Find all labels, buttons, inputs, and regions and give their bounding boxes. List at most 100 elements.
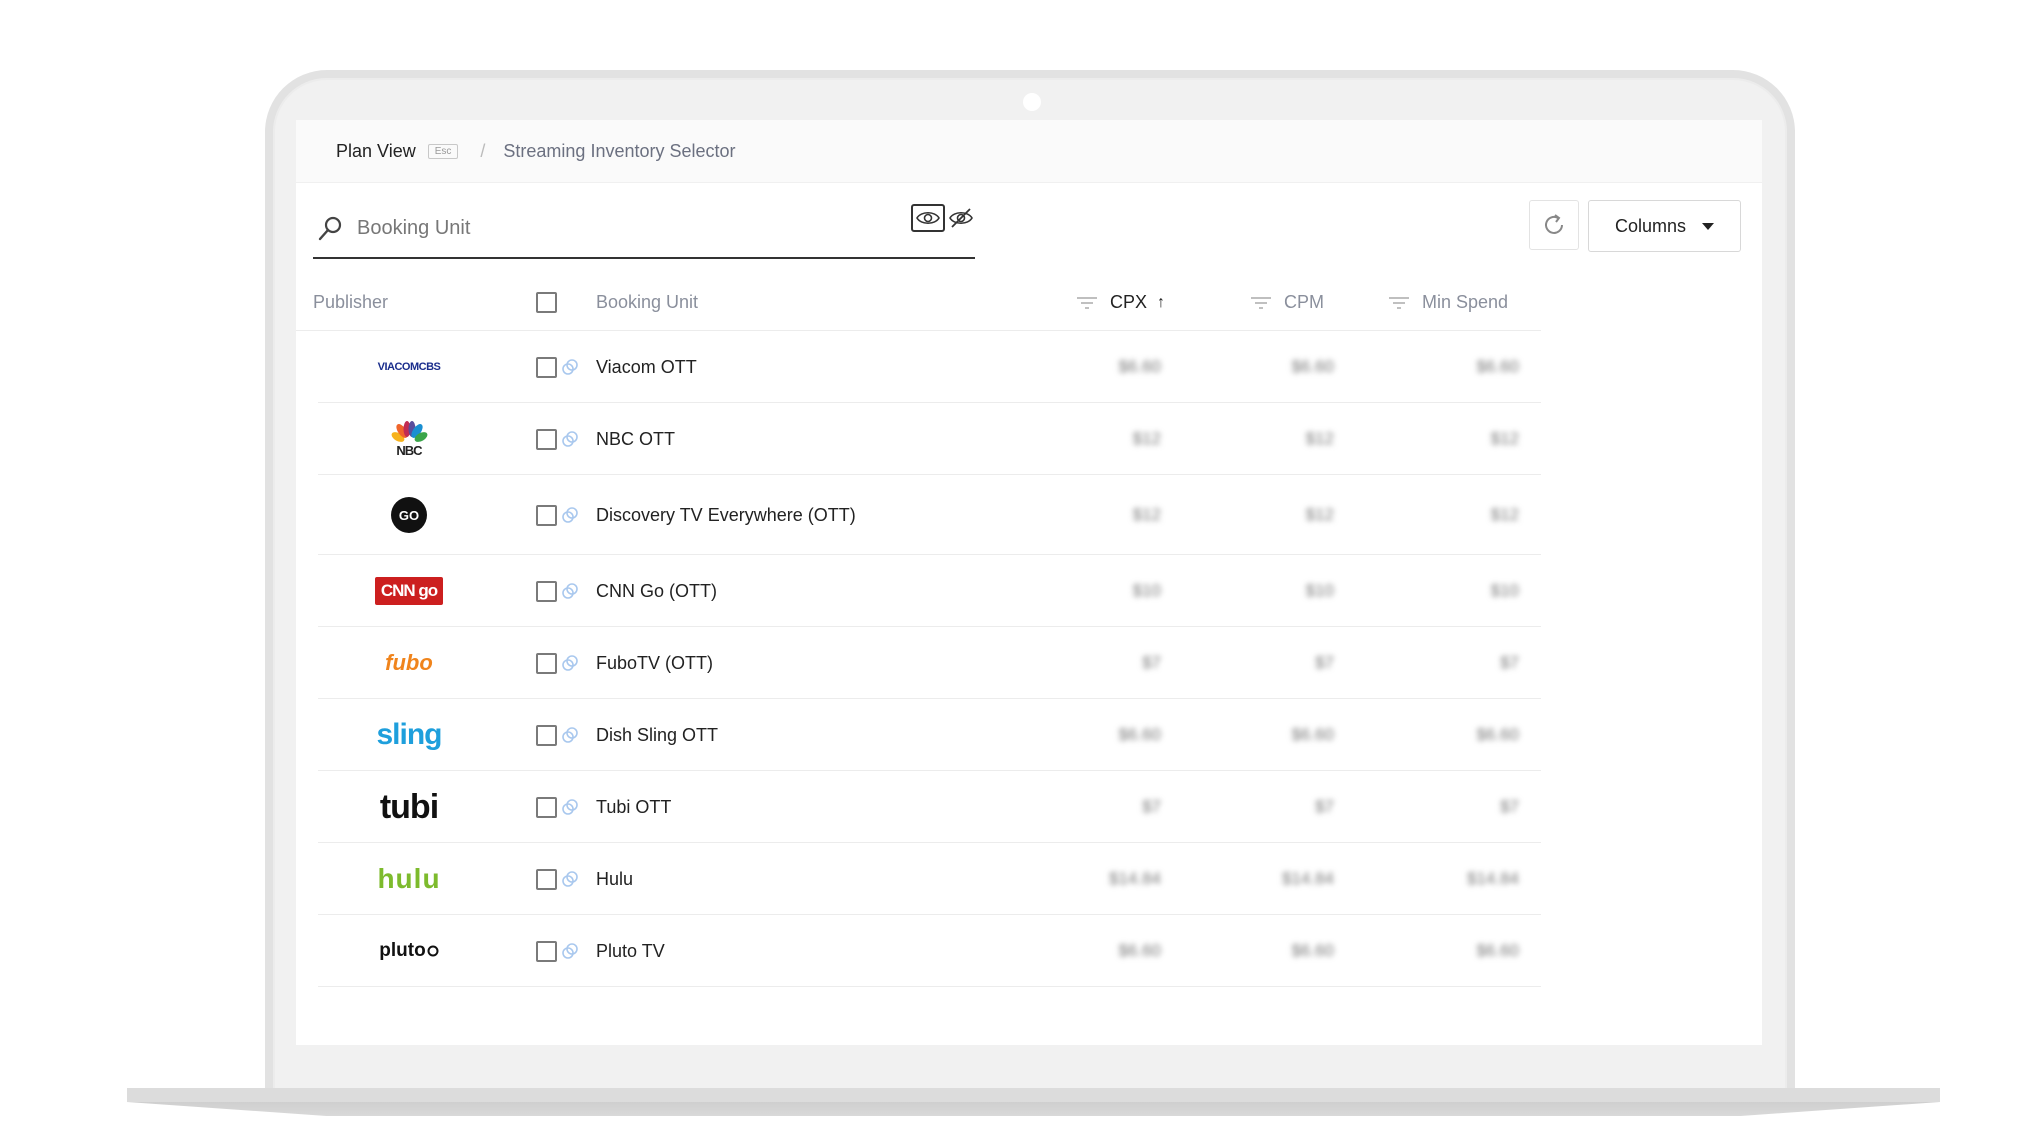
- link-icon[interactable]: [560, 357, 580, 377]
- cpx-value: $6.60: [1118, 725, 1161, 744]
- table-row[interactable]: sling Dish Sling OTT $6.60 $6.60 $6.60: [296, 699, 1541, 771]
- refresh-button[interactable]: [1529, 200, 1579, 250]
- column-header-cpx[interactable]: CPX ↑: [1076, 275, 1165, 330]
- breadcrumb-current-page: Streaming Inventory Selector: [503, 140, 736, 161]
- min-spend-value: $6.60: [1476, 941, 1519, 960]
- sling-logo: sling: [376, 718, 442, 751]
- cpx-value: $14.84: [1109, 869, 1161, 888]
- hulu-logo: hulu: [377, 863, 441, 894]
- row-checkbox[interactable]: [536, 796, 557, 818]
- column-header-publisher[interactable]: Publisher: [313, 275, 388, 330]
- esc-key-badge: Esc: [427, 143, 459, 159]
- link-icon[interactable]: [560, 429, 580, 449]
- cpx-value: $10: [1132, 581, 1161, 600]
- row-select-cell: [536, 843, 580, 915]
- booking-unit-name: Tubi OTT: [596, 796, 672, 817]
- row-checkbox[interactable]: [536, 652, 557, 674]
- link-icon[interactable]: [560, 581, 580, 601]
- app-screen: Plan View Esc / Streaming Inventory Sele…: [296, 120, 1762, 1045]
- row-checkbox[interactable]: [536, 580, 557, 602]
- column-header-min-spend[interactable]: Min Spend: [1388, 275, 1508, 330]
- cpx-header-label: CPX: [1110, 292, 1148, 312]
- column-header-booking-unit[interactable]: Booking Unit: [596, 275, 698, 330]
- cpm-header-label: CPM: [1284, 292, 1324, 312]
- publisher-header-label: Publisher: [313, 292, 389, 312]
- min-spend-value: $7: [1500, 653, 1519, 672]
- filter-icon[interactable]: [1250, 296, 1272, 310]
- cpm-value: $14.84: [1282, 869, 1334, 888]
- min-spend-header-label: Min Spend: [1422, 292, 1509, 312]
- booking-unit-name: Discovery TV Everywhere (OTT): [596, 504, 856, 525]
- discovery-go-logo: GO: [391, 497, 427, 533]
- row-checkbox[interactable]: [536, 940, 557, 962]
- table-row[interactable]: NBC NBC OTT $12 $12 $12: [296, 403, 1541, 475]
- booking-unit-name: Pluto TV: [596, 940, 665, 961]
- table-row[interactable]: GO Discovery TV Everywhere (OTT) $12 $12…: [296, 475, 1541, 555]
- cpx-value: $6.60: [1118, 357, 1161, 376]
- row-select-cell: [536, 771, 580, 843]
- publisher-logo: tubi: [346, 771, 472, 843]
- columns-dropdown[interactable]: Columns: [1588, 200, 1741, 252]
- sort-ascending-icon[interactable]: ↑: [1157, 294, 1165, 312]
- table-row[interactable]: fubo FuboTV (OTT) $7 $7 $7: [296, 627, 1541, 699]
- cpx-value: $12: [1132, 429, 1161, 448]
- cpm-value: $6.60: [1291, 725, 1334, 744]
- filter-icon[interactable]: [1388, 296, 1410, 310]
- hide-columns-toggle[interactable]: [947, 204, 975, 232]
- link-icon[interactable]: [560, 797, 580, 817]
- table-row[interactable]: CNN go CNN Go (OTT) $10 $10 $10: [296, 555, 1541, 627]
- row-select-cell: [536, 403, 580, 475]
- eye-icon: [916, 211, 940, 225]
- viacomcbs-logo: VIACOMCBS: [377, 361, 441, 373]
- select-all-checkbox[interactable]: [536, 292, 557, 313]
- cpm-value: $6.60: [1291, 941, 1334, 960]
- eye-off-icon: [949, 208, 973, 228]
- chevron-down-icon: [1702, 222, 1715, 230]
- publisher-logo: hulu: [346, 843, 472, 915]
- row-checkbox[interactable]: [536, 428, 557, 450]
- cpm-value: $10: [1305, 581, 1334, 600]
- discovery-go-logo-text: GO: [398, 507, 420, 523]
- booking-unit-name: Viacom OTT: [596, 356, 697, 377]
- booking-unit-name: NBC OTT: [596, 428, 675, 449]
- link-icon[interactable]: [560, 869, 580, 889]
- tubi-logo: tubi: [379, 787, 439, 826]
- show-columns-toggle[interactable]: [911, 204, 945, 232]
- search-bar: [313, 200, 975, 259]
- cpm-value: $6.60: [1291, 357, 1334, 376]
- link-icon[interactable]: [560, 725, 580, 745]
- publisher-logo: NBC: [346, 403, 472, 475]
- row-checkbox[interactable]: [536, 724, 557, 746]
- row-checkbox[interactable]: [536, 356, 557, 378]
- table-row[interactable]: tubi Tubi OTT $7 $7 $7: [296, 771, 1541, 843]
- link-icon[interactable]: [560, 505, 580, 525]
- refresh-icon: [1545, 214, 1563, 234]
- laptop-base: [127, 1088, 1940, 1102]
- pluto-logo: pluto: [379, 940, 439, 962]
- row-checkbox[interactable]: [536, 868, 557, 890]
- filter-icon[interactable]: [1076, 296, 1098, 310]
- cpm-value: $12: [1305, 429, 1334, 448]
- link-icon[interactable]: [560, 653, 580, 673]
- booking-unit-header-label: Booking Unit: [596, 292, 699, 312]
- publisher-logo: CNN go: [346, 555, 472, 627]
- laptop-base-shadow: [127, 1102, 1940, 1116]
- min-spend-value: $7: [1500, 797, 1519, 816]
- table-row[interactable]: pluto Pluto TV $6.60 $6.60 $6.60: [296, 915, 1541, 987]
- publisher-logo: fubo: [346, 627, 472, 699]
- min-spend-value: $6.60: [1476, 357, 1519, 376]
- publisher-logo: pluto: [346, 915, 472, 987]
- table-row[interactable]: hulu Hulu $14.84 $14.84 $14.84: [296, 843, 1541, 915]
- row-checkbox[interactable]: [536, 504, 557, 526]
- camera-dot: [1023, 93, 1041, 111]
- publisher-logo: GO: [346, 475, 472, 555]
- breadcrumb-plan-view[interactable]: Plan View: [336, 141, 416, 162]
- search-input[interactable]: [355, 216, 879, 241]
- pluto-logo-text: pluto: [379, 940, 426, 961]
- row-select-cell: [536, 475, 580, 555]
- nbc-logo-text: NBC: [396, 443, 422, 458]
- link-icon[interactable]: [560, 941, 580, 961]
- column-header-cpm[interactable]: CPM: [1250, 275, 1324, 330]
- table-row[interactable]: VIACOMCBS Viacom OTT $6.60 $6.60 $6.60: [296, 331, 1541, 403]
- peacock-icon: [391, 421, 428, 442]
